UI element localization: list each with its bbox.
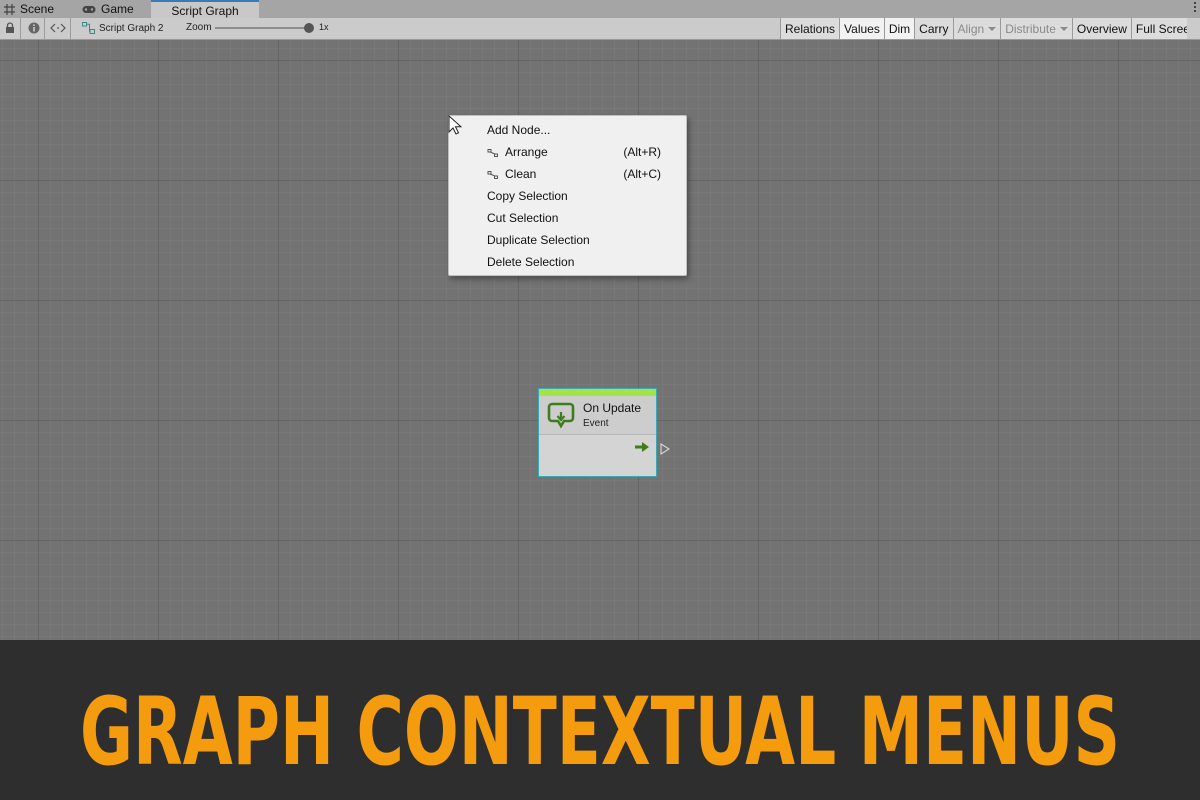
button-label: Overview — [1076, 21, 1127, 36]
mouse-cursor-icon — [448, 115, 462, 135]
overview-button[interactable]: Overview — [1071, 18, 1131, 39]
zoom-label: Zoom — [186, 22, 212, 33]
tab-label: Game — [101, 2, 134, 16]
zoom-value: 1x — [319, 22, 329, 32]
tab-scene[interactable]: Scene — [4, 0, 54, 18]
update-loop-icon — [547, 402, 575, 429]
node-title: On Update — [583, 401, 642, 415]
zoom-slider[interactable] — [215, 27, 313, 29]
menu-item-shortcut: (Alt+C) — [623, 167, 661, 181]
button-label: Relations — [785, 21, 836, 36]
toolbar-divider — [20, 18, 21, 39]
button-label: Carry — [919, 21, 949, 36]
button-label: Distribute — [1005, 21, 1056, 36]
clean-icon — [487, 171, 498, 179]
distribute-dropdown[interactable]: Distribute — [1000, 18, 1072, 39]
align-dropdown[interactable]: Align — [952, 18, 1001, 39]
graph-breadcrumb[interactable]: Script Graph 2 — [82, 20, 163, 36]
toolbar-toggle-group: Relations Values Dim Carry Align Distrib… — [780, 18, 1187, 39]
node-header-strip — [539, 389, 656, 396]
grid-icon — [4, 3, 15, 15]
toolbar-divider — [70, 18, 71, 39]
node-subtitle: Event — [583, 418, 609, 429]
node-header: On Update Event — [539, 396, 656, 435]
zoom-slider-handle[interactable] — [304, 23, 314, 33]
button-label: Full Screen — [1135, 21, 1187, 36]
menu-item-cut-selection[interactable]: Cut Selection — [449, 207, 686, 229]
flow-output-port-icon[interactable] — [660, 443, 670, 455]
button-label: Align — [957, 21, 985, 36]
more-options-icon[interactable] — [1194, 2, 1197, 14]
script-graph-icon — [82, 22, 95, 34]
graph-context-menu: Add Node... Arrange (Alt+R) Clean (Alt+C… — [448, 115, 687, 276]
tab-label: Scene — [20, 2, 55, 16]
values-toggle[interactable]: Values — [839, 18, 884, 39]
tab-script-graph[interactable]: Script Graph — [151, 0, 259, 19]
dim-toggle[interactable]: Dim — [883, 18, 915, 39]
relations-toggle[interactable]: Relations — [780, 18, 840, 39]
caption-banner: GRAPH CONTEXTUAL MENUS — [0, 640, 1200, 800]
menu-item-label: Duplicate Selection — [487, 233, 590, 247]
menu-item-label: Arrange — [505, 145, 548, 159]
breadcrumb-label: Script Graph 2 — [99, 22, 164, 34]
menu-item-arrange[interactable]: Arrange (Alt+R) — [449, 141, 686, 163]
lock-icon[interactable] — [4, 22, 16, 34]
info-icon[interactable] — [28, 22, 40, 34]
toolbar-divider — [44, 18, 45, 39]
button-label: Values — [844, 21, 880, 36]
gamepad-icon — [82, 5, 96, 13]
menu-item-label: Clean — [505, 167, 537, 181]
menu-item-delete-selection[interactable]: Delete Selection — [449, 251, 686, 273]
menu-item-add-node[interactable]: Add Node... — [449, 119, 686, 141]
chevron-down-icon — [988, 26, 997, 31]
full-screen-button[interactable]: Full Screen — [1130, 18, 1187, 39]
menu-item-label: Add Node... — [487, 123, 551, 137]
on-update-event-node[interactable]: On Update Event — [538, 388, 657, 477]
editor-tab-bar: Scene Game Script Graph — [0, 0, 1200, 19]
code-brackets-icon[interactable] — [50, 22, 66, 34]
banner-title-svg: GRAPH CONTEXTUAL MENUS — [80, 678, 1120, 787]
flow-output-arrow-icon[interactable] — [635, 441, 649, 453]
menu-item-clean[interactable]: Clean (Alt+C) — [449, 163, 686, 185]
menu-item-label: Delete Selection — [487, 255, 575, 269]
menu-item-label: Cut Selection — [487, 211, 559, 225]
arrange-icon — [487, 149, 498, 157]
banner-title: GRAPH CONTEXTUAL MENUS — [80, 678, 1120, 787]
menu-item-label: Copy Selection — [487, 189, 568, 203]
menu-item-duplicate-selection[interactable]: Duplicate Selection — [449, 229, 686, 251]
chevron-down-icon — [1059, 26, 1068, 31]
button-label: Dim — [888, 21, 911, 36]
menu-item-shortcut: (Alt+R) — [623, 145, 661, 159]
tab-label: Script Graph — [171, 3, 239, 18]
tab-game[interactable]: Game — [82, 0, 134, 18]
menu-item-copy-selection[interactable]: Copy Selection — [449, 185, 686, 207]
carry-toggle[interactable]: Carry — [914, 18, 953, 39]
